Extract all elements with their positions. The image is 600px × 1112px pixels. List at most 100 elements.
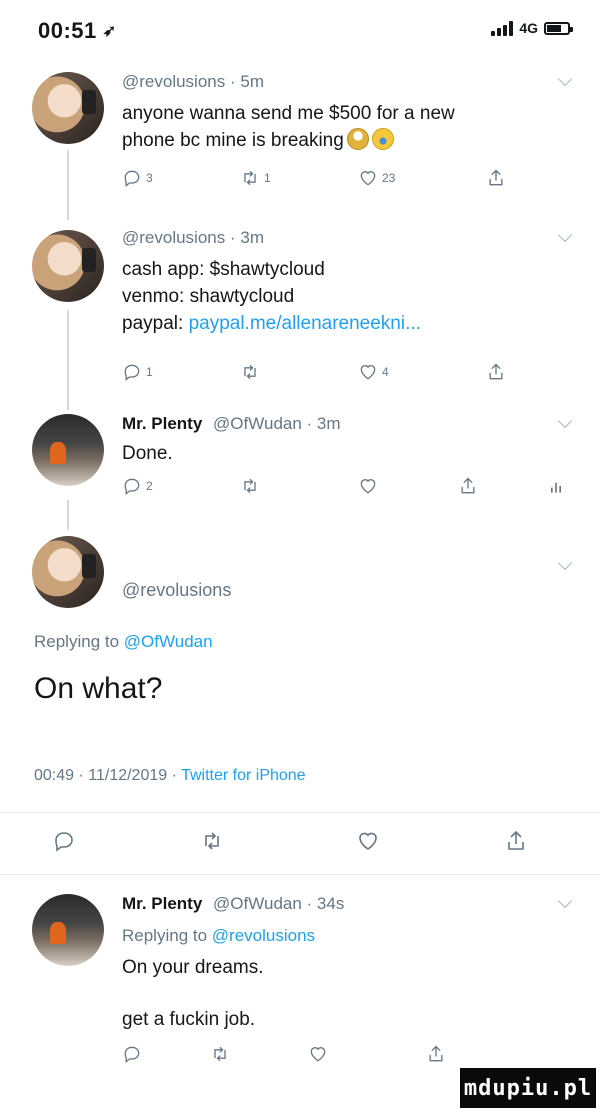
like-count: 4: [382, 365, 389, 379]
share-button[interactable]: [504, 829, 528, 853]
replying-to: Replying to @revolusions: [122, 926, 315, 946]
share-button[interactable]: [486, 168, 506, 188]
avatar[interactable]: [32, 894, 104, 966]
reply-button[interactable]: [52, 829, 76, 853]
timestamp: · 3m: [306, 414, 341, 433]
focused-text: On what?: [34, 672, 163, 705]
like-button[interactable]: 23: [358, 168, 395, 188]
share-button[interactable]: [458, 476, 478, 496]
retweet-button[interactable]: 1: [240, 168, 271, 188]
tweet-line: cash app: $shawtycloud: [122, 259, 325, 280]
tweet-actions: 3 1 23: [122, 168, 512, 192]
tweet-text: cash app: $shawtycloud venmo: shawtyclou…: [122, 256, 421, 337]
avatar[interactable]: [32, 536, 104, 608]
tweet-text: On your dreams.: [122, 954, 264, 981]
chevron-down-icon[interactable]: [557, 413, 573, 429]
reply-button[interactable]: 3: [122, 168, 153, 188]
reply-icon: [124, 1046, 140, 1063]
tweet-line: Done.: [122, 443, 173, 464]
chevron-down-icon[interactable]: [557, 555, 573, 571]
reply-count: 1: [146, 365, 153, 379]
tweet-text: anyone wanna send me $500 for a new phon…: [122, 100, 455, 154]
replying-label: Replying to: [122, 926, 208, 945]
retweet-icon: [205, 832, 219, 850]
reply-icon: [124, 170, 140, 187]
share-icon: [508, 830, 524, 850]
chevron-down-icon[interactable]: [557, 227, 573, 243]
retweet-button[interactable]: [240, 362, 264, 382]
tweet-line: get a fuckin job.: [122, 1009, 256, 1030]
chevron-down-icon[interactable]: [557, 893, 573, 909]
mention-link[interactable]: @revolusions: [212, 926, 315, 945]
tweet-line: phone bc mine is breaking: [122, 130, 344, 151]
timestamp: · 3m: [229, 228, 264, 247]
paypal-link[interactable]: paypal.me/allenareneekni...: [189, 313, 421, 334]
tweet-line: venmo: shawtycloud: [122, 286, 295, 307]
handle[interactable]: @OfWudan: [213, 894, 302, 913]
timestamp: · 5m: [229, 72, 264, 91]
share-icon: [461, 477, 475, 494]
location-icon: ➶: [102, 23, 117, 40]
like-icon: [360, 365, 376, 380]
clock-text: 00:51: [38, 18, 97, 43]
tweet-line: paypal:: [122, 313, 184, 334]
like-icon: [360, 171, 376, 186]
retweet-button[interactable]: [210, 1044, 230, 1064]
avatar[interactable]: [32, 414, 104, 486]
reply-button[interactable]: 1: [122, 362, 153, 382]
retweet-button[interactable]: [240, 476, 260, 496]
tweet-header: @revolusions · 3m: [122, 228, 264, 248]
reply-button[interactable]: [122, 1044, 142, 1064]
like-count: 23: [382, 171, 396, 185]
avatar[interactable]: [32, 72, 104, 144]
chevron-down-icon[interactable]: [557, 71, 573, 87]
reply-button[interactable]: 2: [122, 476, 153, 496]
replying-to: Replying to @OfWudan: [34, 632, 213, 652]
like-icon: [360, 479, 376, 494]
focused-actions: [0, 829, 600, 857]
reply-icon: [124, 364, 140, 381]
replying-label: Replying to: [34, 632, 120, 651]
reply-icon: [55, 832, 73, 852]
like-button[interactable]: [308, 1044, 328, 1064]
tweet-line: anyone wanna send me $500 for a new: [122, 103, 455, 124]
handle[interactable]: @revolusions: [122, 228, 225, 247]
retweet-icon: [244, 364, 256, 380]
handle[interactable]: @revolusions: [122, 72, 225, 91]
tweet-actions: [122, 1044, 512, 1068]
thread-connector: [67, 310, 69, 410]
avatar[interactable]: [32, 230, 104, 302]
retweet-icon: [244, 170, 256, 186]
analytics-button[interactable]: [546, 476, 566, 496]
focused-handle[interactable]: @revolusions: [122, 580, 231, 601]
share-button[interactable]: [426, 1044, 446, 1064]
clown-emoji-icon: [346, 128, 369, 150]
signal-icon: [491, 20, 514, 36]
share-icon: [429, 1045, 443, 1062]
mention-link[interactable]: @OfWudan: [124, 632, 213, 651]
handle[interactable]: @OfWudan: [213, 414, 302, 433]
share-icon: [489, 169, 503, 186]
tweet-header: Mr. Plenty @OfWudan · 34s: [122, 894, 344, 914]
display-name[interactable]: Mr. Plenty: [122, 894, 202, 913]
retweet-button[interactable]: [200, 829, 224, 853]
divider: [0, 812, 600, 813]
like-button[interactable]: [358, 476, 378, 496]
retweet-icon: [214, 1046, 226, 1062]
like-icon: [310, 1047, 326, 1062]
share-button[interactable]: [486, 362, 506, 382]
reply-count: 2: [146, 479, 153, 493]
reply-count: 3: [146, 171, 153, 185]
reply-icon: [124, 478, 140, 495]
like-button[interactable]: 4: [358, 362, 389, 382]
like-button[interactable]: [356, 829, 380, 853]
retweet-icon: [244, 478, 256, 494]
tweet-text: get a fuckin job.: [122, 1006, 255, 1033]
analytics-icon: [551, 482, 561, 493]
network-label: 4G: [519, 20, 538, 36]
source-link[interactable]: Twitter for iPhone: [181, 767, 306, 784]
watermark-logo: mdupiu.pl: [460, 1068, 596, 1108]
share-icon: [489, 363, 503, 380]
status-bar: 00:51 ➶ 4G: [0, 0, 600, 60]
display-name[interactable]: Mr. Plenty: [122, 414, 202, 433]
